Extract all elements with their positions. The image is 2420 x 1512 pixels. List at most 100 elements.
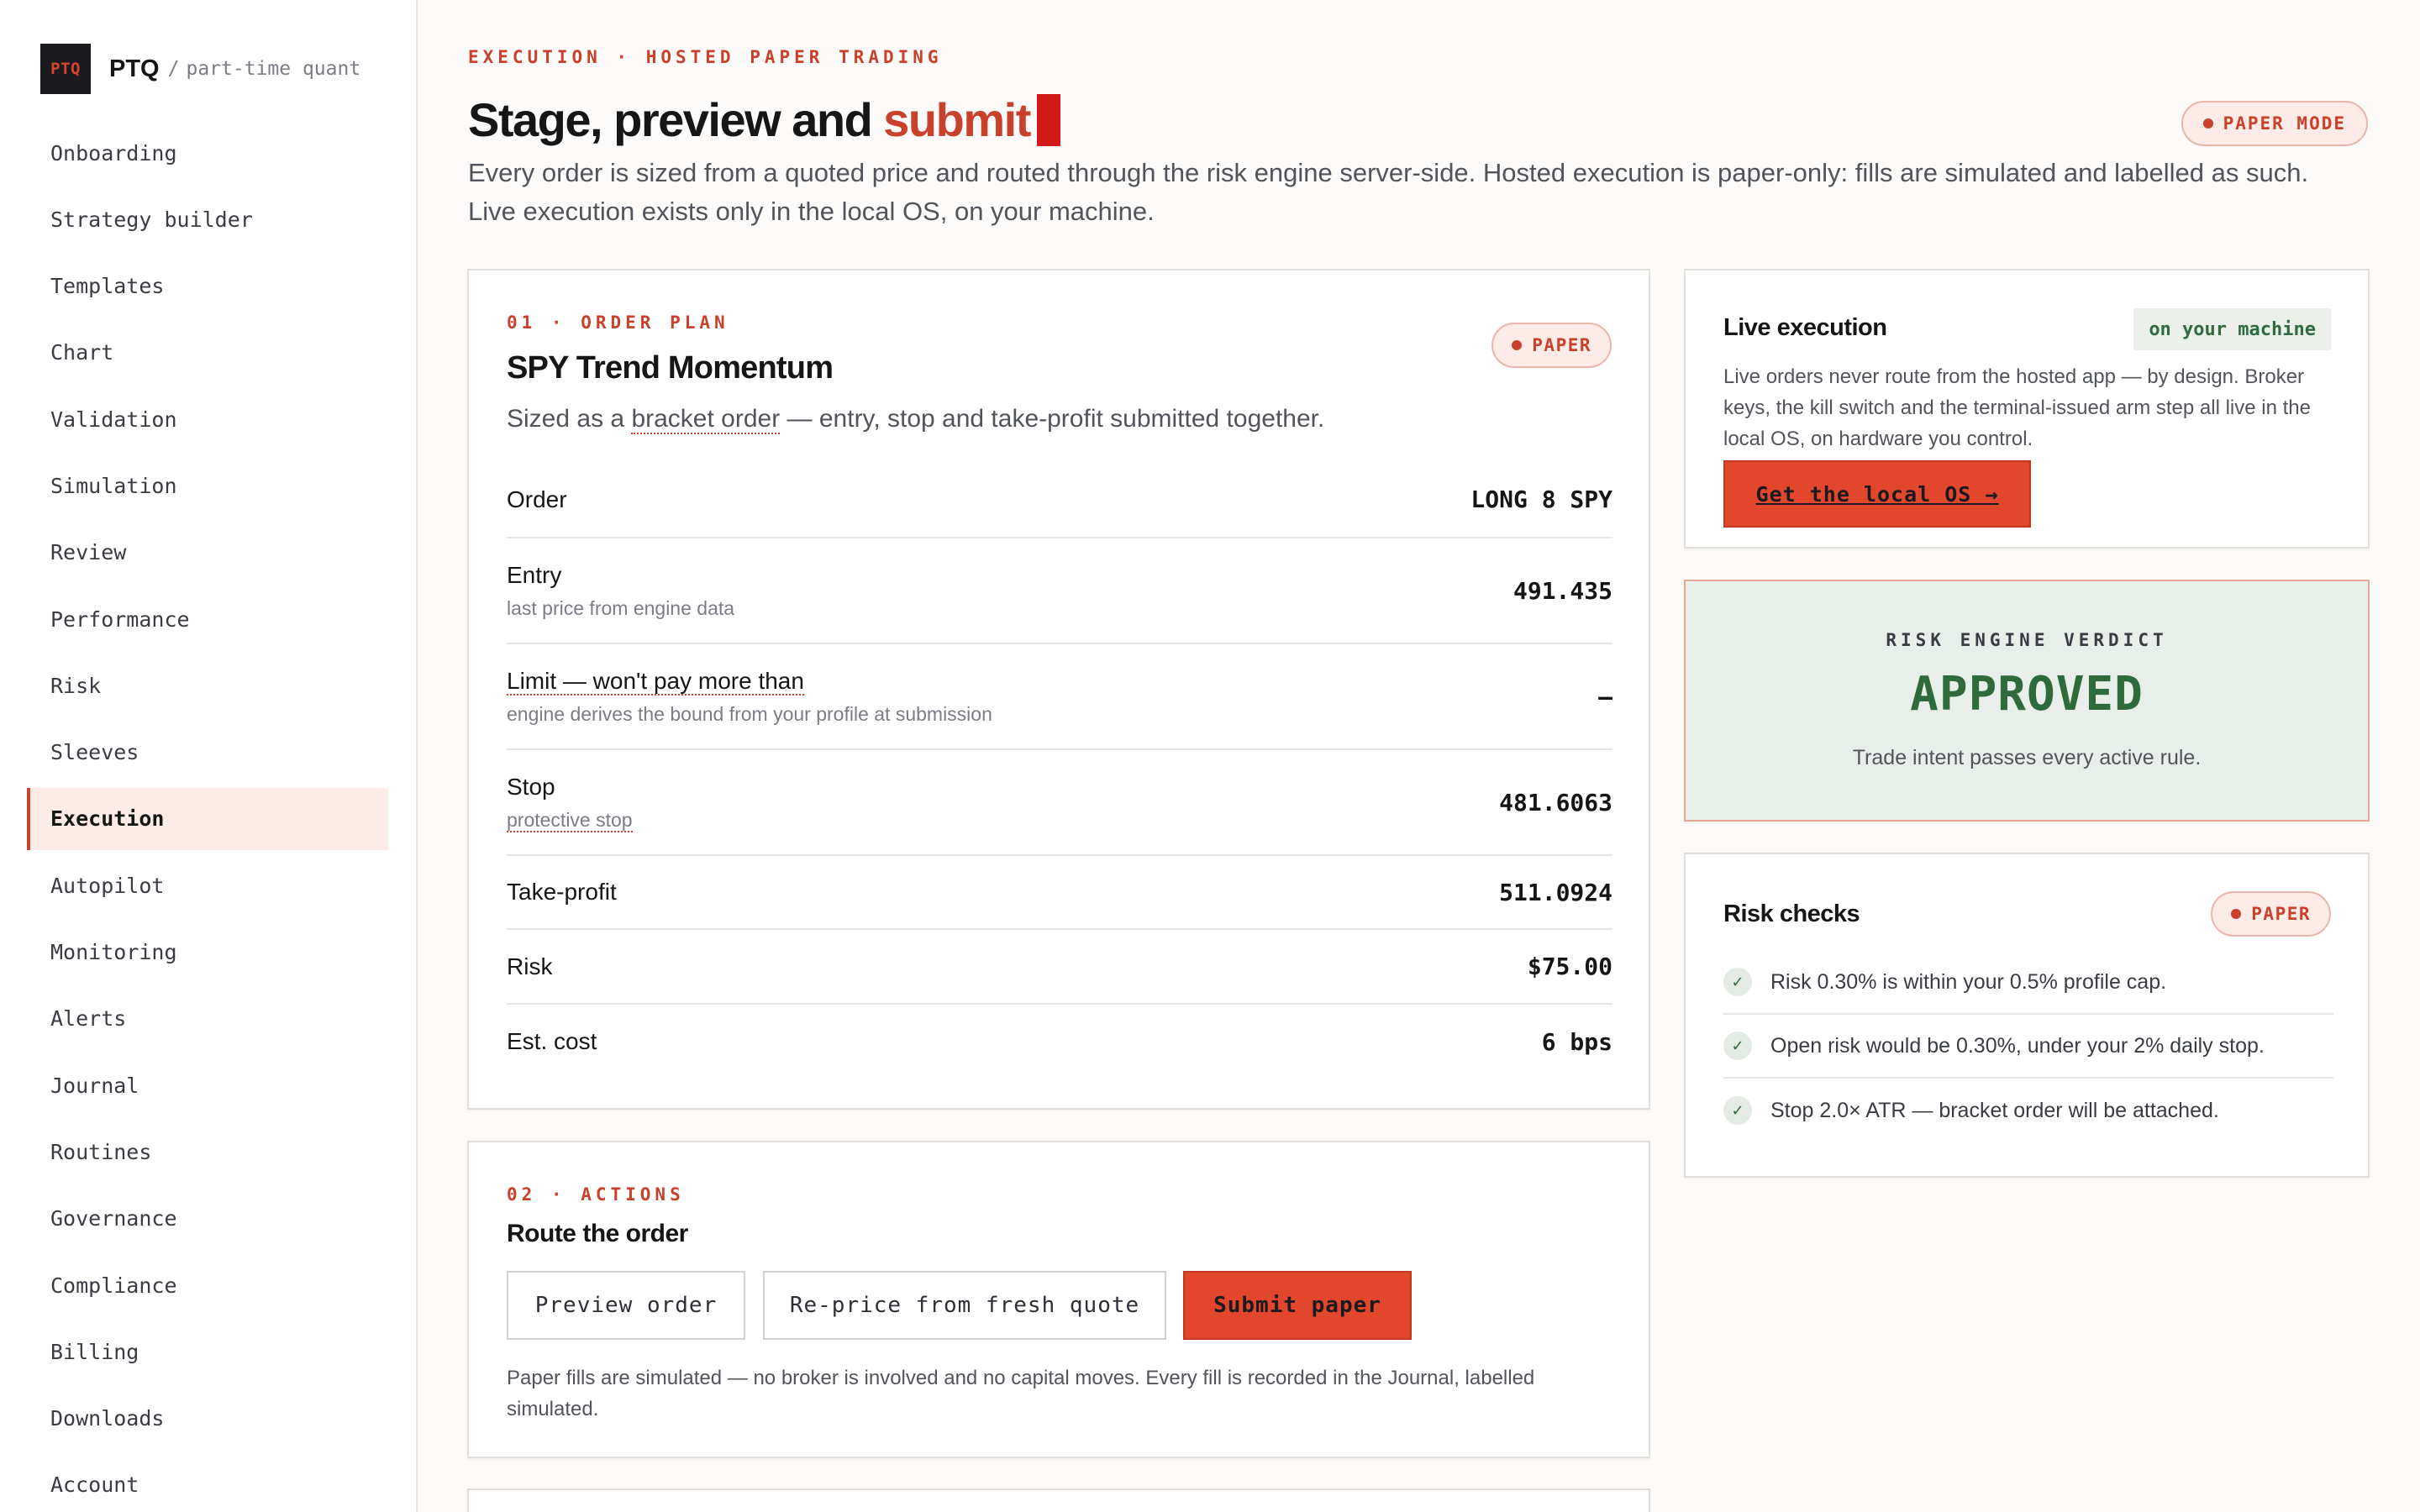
get-local-os-button[interactable]: Get the local OS → [1723, 460, 2031, 528]
row-value: $75.00 [1527, 953, 1612, 980]
row-hint: last price from engine data [507, 596, 735, 619]
order-plan-sub-suffix: — entry, stop and take-profit submitted … [786, 405, 1325, 433]
row-label: Order [507, 486, 567, 512]
protective-stop-link: protective stop [507, 808, 633, 832]
limit-label-text: Limit — won't pay more than [507, 667, 804, 696]
risk-checks-card: Risk checks PAPER ✓ Risk 0.30% is within… [1684, 853, 2370, 1178]
actions-note: Paper fills are simulated — no broker is… [507, 1367, 1535, 1420]
text-cursor [1036, 93, 1060, 146]
risk-check-item: ✓ Risk 0.30% is within your 0.5% profile… [1723, 951, 2333, 1015]
check-icon: ✓ [1723, 1096, 1752, 1125]
live-execution-description: Live orders never route from the hosted … [1723, 365, 2311, 450]
page-description: Every order is sized from a quoted price… [468, 158, 2309, 226]
order-plan-title: SPY Trend Momentum [507, 350, 834, 386]
risk-checks-title: Risk checks [1723, 900, 1860, 927]
order-row-take-profit: Take-profit 511.0924 [507, 856, 1612, 930]
sidebar-item-onboarding[interactable]: Onboarding [27, 122, 388, 184]
sidebar-item-templates[interactable]: Templates [27, 255, 388, 318]
risk-check-text: Risk 0.30% is within your 0.5% profile c… [1770, 969, 2167, 994]
risk-checks-paper-badge: PAPER [2211, 891, 2331, 937]
row-hint: engine derives the bound from your profi… [507, 702, 992, 725]
verdict-eyebrow: RISK ENGINE VERDICT [1886, 630, 2168, 650]
on-your-machine-tag: on your machine [2133, 308, 2331, 350]
row-value: 6 bps [1541, 1027, 1612, 1056]
page-title: Stage, preview and submit [468, 92, 1060, 147]
risk-verdict-card: RISK ENGINE VERDICT APPROVED Trade inten… [1684, 580, 2370, 822]
check-icon: ✓ [1723, 1032, 1752, 1060]
order-plan-card: 01 · ORDER PLAN SPY Trend Momentum PAPER… [467, 269, 1650, 1110]
sidebar-nav: Onboarding Strategy builder Templates Ch… [27, 122, 388, 1512]
brand[interactable]: PTQ PTQ / part-time quant [40, 44, 360, 94]
sidebar-item-compliance[interactable]: Compliance [27, 1254, 388, 1316]
brand-subtitle: part-time quant [186, 58, 361, 80]
limit-label-link[interactable]: Limit — won't pay more than [507, 667, 992, 696]
row-label: Risk [507, 953, 553, 979]
risk-check-item: ✓ Stop 2.0× ATR — bracket order will be … [1723, 1079, 2333, 1142]
actions-title: Route the order [507, 1220, 688, 1247]
status-dot-icon [1512, 340, 1523, 350]
risk-check-text: Open risk would be 0.30%, under your 2% … [1770, 1033, 2265, 1058]
row-label: Take-profit [507, 879, 617, 905]
row-label: Est. cost [507, 1028, 597, 1054]
order-row-limit: Limit — won't pay more than engine deriv… [507, 644, 1612, 750]
brand-separator: / [167, 58, 180, 80]
sidebar-item-execution[interactable]: Execution [27, 787, 388, 850]
paper-mode-label: PAPER MODE [2223, 113, 2346, 134]
sidebar-item-routines[interactable]: Routines [27, 1121, 388, 1183]
sidebar-item-strategy-builder[interactable]: Strategy builder [27, 188, 388, 250]
row-label: Stop [507, 773, 555, 800]
row-label: Entry [507, 561, 562, 588]
sidebar-item-billing[interactable]: Billing [27, 1320, 388, 1383]
actions-card: 02 · ACTIONS Route the order Preview ord… [467, 1141, 1650, 1458]
order-plan-subtitle: Sized as a bracket order — entry, stop a… [507, 405, 1325, 434]
sidebar-item-validation[interactable]: Validation [27, 388, 388, 450]
row-value: 491.435 [1512, 576, 1612, 605]
sidebar-item-monitoring[interactable]: Monitoring [27, 921, 388, 984]
order-row-est-cost: Est. cost 6 bps [507, 1005, 1612, 1079]
sidebar-item-downloads[interactable]: Downloads [27, 1388, 388, 1450]
live-execution-title: Live execution [1723, 314, 1887, 341]
order-plan-sub-prefix: Sized as a [507, 405, 625, 433]
sidebar-item-performance[interactable]: Performance [27, 588, 388, 650]
order-row-risk: Risk $75.00 [507, 930, 1612, 1005]
brand-name: PTQ [109, 55, 160, 82]
page-title-main: Stage, preview and [468, 93, 873, 146]
brand-logo: PTQ [40, 44, 91, 94]
order-plan-eyebrow: 01 · ORDER PLAN [507, 312, 729, 333]
sidebar-item-simulation[interactable]: Simulation [27, 454, 388, 517]
sidebar-item-sleeves[interactable]: Sleeves [27, 722, 388, 784]
submit-paper-button[interactable]: Submit paper [1183, 1271, 1412, 1340]
live-execution-card: Live execution on your machine Live orde… [1684, 269, 2370, 549]
sidebar-item-journal[interactable]: Journal [27, 1054, 388, 1116]
page-eyebrow: EXECUTION · HOSTED PAPER TRADING [468, 47, 943, 67]
order-row-stop: Stop protective stop 481.6063 [507, 750, 1612, 856]
risk-check-item: ✓ Open risk would be 0.30%, under your 2… [1723, 1015, 2333, 1079]
verdict-subtitle: Trade intent passes every active rule. [1852, 746, 2202, 769]
check-icon: ✓ [1723, 968, 1752, 996]
order-plan-paper-badge: PAPER [1491, 323, 1612, 368]
row-hint[interactable]: protective stop [507, 808, 633, 832]
sidebar-item-chart[interactable]: Chart [27, 322, 388, 384]
paper-mode-badge: PAPER MODE [2181, 101, 2368, 146]
order-row-order: Order LONG 8 SPY [507, 462, 1612, 538]
status-dot-icon [2231, 909, 2242, 919]
sidebar-item-autopilot[interactable]: Autopilot [27, 854, 388, 916]
page-title-accent: submit [883, 93, 1031, 146]
bracket-order-link[interactable]: bracket order [631, 405, 781, 434]
row-value: — [1598, 682, 1612, 711]
sidebar-item-account[interactable]: Account [27, 1454, 388, 1512]
preview-order-button[interactable]: Preview order [507, 1271, 745, 1340]
paper-badge-label: PAPER [1532, 335, 1591, 355]
order-row-entry: Entry last price from engine data 491.43… [507, 538, 1612, 644]
sidebar-item-review[interactable]: Review [27, 522, 388, 584]
row-value: LONG 8 SPY [1470, 486, 1612, 513]
sidebar-item-alerts[interactable]: Alerts [27, 988, 388, 1050]
status-dot-icon [2202, 118, 2213, 129]
sidebar-item-risk[interactable]: Risk [27, 654, 388, 717]
sidebar: PTQ PTQ / part-time quant Onboarding Str… [0, 0, 418, 1512]
sidebar-item-governance[interactable]: Governance [27, 1188, 388, 1250]
paper-badge-label: PAPER [2251, 904, 2311, 924]
row-value: 481.6063 [1499, 788, 1612, 816]
risk-check-text: Stop 2.0× ATR — bracket order will be at… [1770, 1098, 2219, 1122]
reprice-button[interactable]: Re-price from fresh quote [763, 1271, 1166, 1340]
